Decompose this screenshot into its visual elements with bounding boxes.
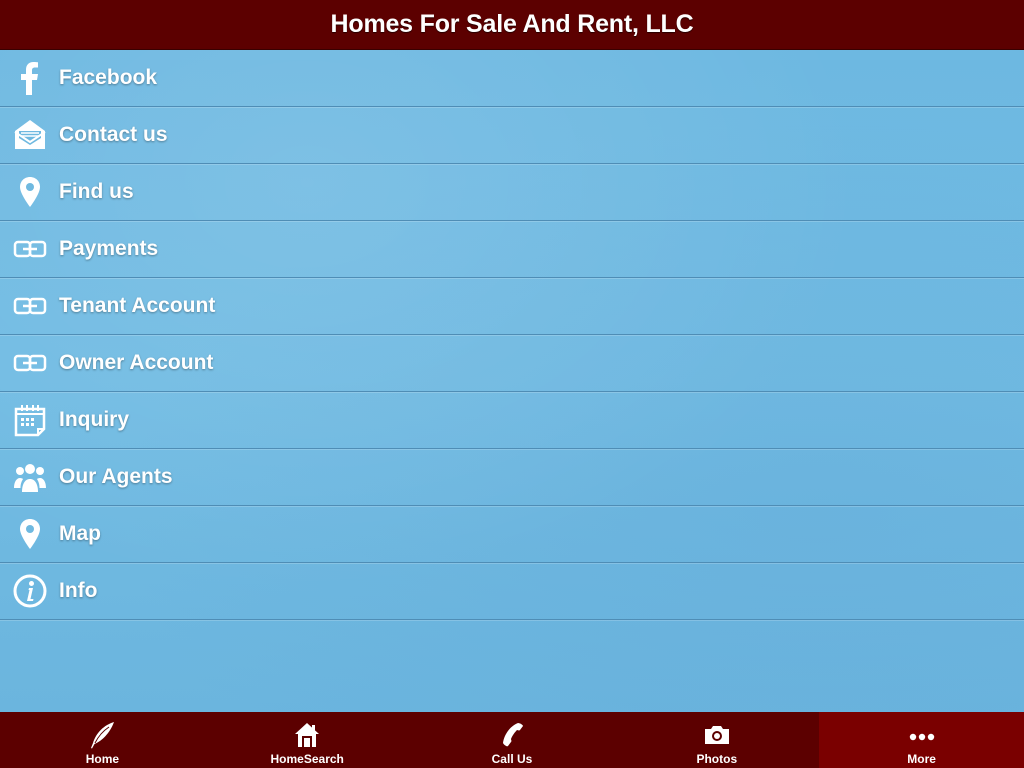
calendar-icon xyxy=(12,402,48,438)
link-icon xyxy=(12,231,48,267)
tab-call-us[interactable]: Call Us xyxy=(410,712,615,768)
map-pin-icon xyxy=(12,174,48,210)
menu-item-label: Tenant Account xyxy=(59,294,216,317)
menu-item-label: Facebook xyxy=(59,66,158,89)
menu-item-our-agents[interactable]: Our Agents xyxy=(0,449,1024,506)
bottom-tab-bar: Home HomeSearch Call Us Photos More xyxy=(0,712,1024,768)
menu-item-tenant-account[interactable]: Tenant Account xyxy=(0,278,1024,335)
tab-label: Call Us xyxy=(491,752,533,766)
menu-list: Facebook Contact us Find us Payments Ten… xyxy=(0,50,1024,620)
envelope-icon xyxy=(12,117,48,153)
menu-item-label: Info xyxy=(59,579,98,602)
house-icon xyxy=(292,720,322,750)
link-icon xyxy=(12,288,48,324)
tab-label: More xyxy=(907,752,936,766)
app-header: Homes For Sale And Rent, LLC xyxy=(0,0,1024,50)
phone-icon xyxy=(497,720,527,750)
tab-label: Home xyxy=(85,752,120,766)
menu-item-inquiry[interactable]: Inquiry xyxy=(0,392,1024,449)
menu-item-owner-account[interactable]: Owner Account xyxy=(0,335,1024,392)
menu-item-info[interactable]: Info xyxy=(0,563,1024,620)
tab-more[interactable]: More xyxy=(819,712,1024,768)
menu-container: Facebook Contact us Find us Payments Ten… xyxy=(0,50,1024,712)
tab-homesearch[interactable]: HomeSearch xyxy=(205,712,410,768)
quill-icon xyxy=(87,720,117,750)
menu-item-find-us[interactable]: Find us xyxy=(0,164,1024,221)
menu-item-label: Find us xyxy=(59,180,134,203)
menu-item-map[interactable]: Map xyxy=(0,506,1024,563)
map-pin-icon xyxy=(12,516,48,552)
tab-home[interactable]: Home xyxy=(0,712,205,768)
menu-item-label: Inquiry xyxy=(59,408,130,431)
tab-photos[interactable]: Photos xyxy=(614,712,819,768)
people-icon xyxy=(12,459,48,495)
menu-item-payments[interactable]: Payments xyxy=(0,221,1024,278)
menu-item-label: Payments xyxy=(59,237,159,260)
more-dots-icon xyxy=(907,720,937,750)
menu-item-label: Our Agents xyxy=(59,465,173,488)
tab-label: HomeSearch xyxy=(270,752,344,766)
facebook-icon xyxy=(12,60,48,96)
menu-item-label: Map xyxy=(59,522,101,545)
menu-item-contact-us[interactable]: Contact us xyxy=(0,107,1024,164)
menu-item-facebook[interactable]: Facebook xyxy=(0,50,1024,107)
info-icon xyxy=(12,573,48,609)
menu-item-label: Contact us xyxy=(59,123,168,146)
tab-label: Photos xyxy=(696,752,738,766)
page-title: Homes For Sale And Rent, LLC xyxy=(330,10,694,38)
menu-item-label: Owner Account xyxy=(59,351,214,374)
link-icon xyxy=(12,345,48,381)
camera-icon xyxy=(702,720,732,750)
